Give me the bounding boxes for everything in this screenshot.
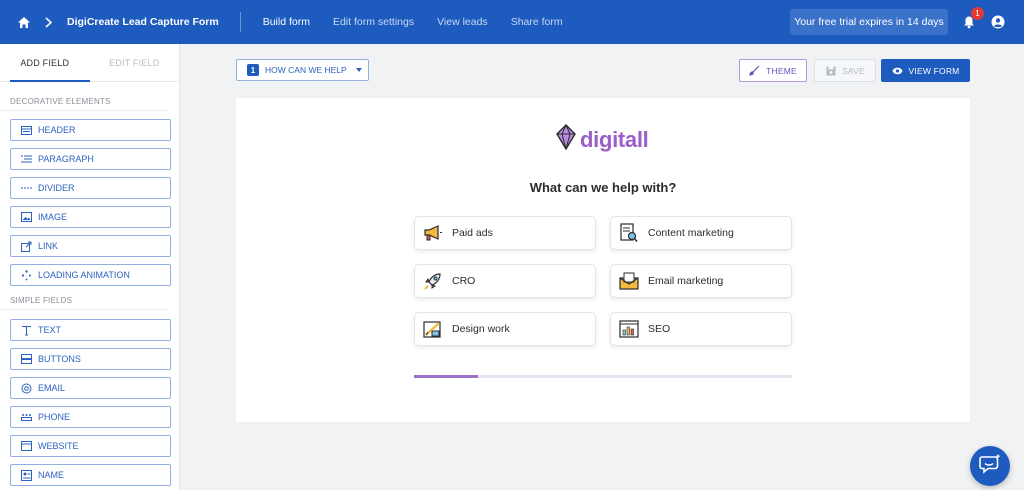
option-content-marketing[interactable]: Content marketing	[610, 216, 792, 250]
field-divider[interactable]: DIVIDER	[10, 177, 171, 199]
field-label: IMAGE	[38, 212, 68, 222]
nav-share-form[interactable]: Share form	[511, 16, 563, 28]
tab-add-field[interactable]: ADD FIELD	[0, 44, 90, 81]
field-label: EMAIL	[38, 383, 66, 393]
option-label: SEO	[648, 323, 671, 335]
nav-edit-form-settings[interactable]: Edit form settings	[333, 16, 414, 28]
envelope-icon	[619, 271, 639, 291]
question-title: What can we help with?	[529, 180, 677, 195]
text-icon	[20, 324, 32, 336]
chevron-right-icon	[45, 15, 55, 29]
logo-text: digitall	[580, 126, 649, 152]
view-form-button[interactable]: VIEW FORM	[881, 59, 970, 82]
field-label: BUTTONS	[38, 354, 81, 364]
option-label: Paid ads	[452, 227, 493, 239]
option-email-marketing[interactable]: Email marketing	[610, 264, 792, 298]
option-label: Design work	[452, 323, 510, 335]
field-label: NAME	[38, 470, 65, 480]
theme-button[interactable]: THEME	[739, 59, 807, 82]
top-nav: Build form Edit form settings View leads…	[263, 16, 563, 28]
chat-icon	[979, 454, 1001, 479]
section-decorative-elements: DECORATIVE ELEMENTS	[0, 92, 170, 111]
form-preview: digitall What can we help with? Paid ads…	[236, 98, 970, 422]
field-loading-animation[interactable]: LOADING ANIMATION	[10, 264, 171, 286]
phone-icon	[20, 411, 32, 423]
website-icon	[20, 440, 32, 452]
divider-icon	[20, 182, 32, 194]
megaphone-icon	[423, 223, 443, 243]
option-label: Email marketing	[648, 275, 724, 287]
design-icon	[423, 319, 443, 339]
theme-label: THEME	[766, 65, 797, 76]
step-label: HOW CAN WE HELP	[265, 65, 347, 75]
field-label: LOADING ANIMATION	[38, 270, 130, 280]
divider	[239, 12, 241, 32]
nav-view-leads[interactable]: View leads	[437, 16, 488, 28]
option-cro[interactable]: CRO	[414, 264, 596, 298]
field-name[interactable]: NAME	[10, 464, 171, 486]
trial-button[interactable]: Your free trial expires in 14 days	[790, 9, 948, 35]
at-sign-icon	[20, 382, 32, 394]
field-label: TEXT	[38, 325, 62, 335]
option-label: Content marketing	[648, 227, 734, 239]
field-label: DIVIDER	[38, 183, 75, 193]
field-label: LINK	[38, 241, 59, 251]
chat-support-button[interactable]	[970, 446, 1010, 486]
chevron-down-icon	[355, 68, 362, 72]
tab-edit-field[interactable]: EDIT FIELD	[90, 44, 180, 81]
step-selector[interactable]: 1 HOW CAN WE HELP	[236, 59, 369, 81]
sidebar-tabs: ADD FIELD EDIT FIELD	[0, 44, 179, 82]
option-seo[interactable]: SEO	[610, 312, 792, 346]
step-number: 1	[247, 64, 259, 76]
save-label: SAVE	[842, 65, 865, 76]
option-paid-ads[interactable]: Paid ads	[414, 216, 596, 250]
field-header[interactable]: HEADER	[10, 119, 171, 141]
field-paragraph[interactable]: PARAGRAPH	[10, 148, 171, 170]
field-buttons[interactable]: BUTTONS	[10, 348, 171, 370]
option-label: CRO	[452, 275, 476, 287]
field-text[interactable]: TEXT	[10, 319, 171, 341]
loading-icon	[20, 269, 32, 281]
field-website[interactable]: WEBSITE	[10, 435, 171, 457]
field-email[interactable]: EMAIL	[10, 377, 171, 399]
nav-build-form[interactable]: Build form	[263, 16, 310, 28]
form-title: DigiCreate Lead Capture Form	[67, 16, 219, 28]
form-progress-bar	[414, 375, 792, 378]
link-icon	[20, 240, 32, 252]
field-link[interactable]: LINK	[10, 235, 171, 257]
field-phone[interactable]: PHONE	[10, 406, 171, 428]
view-form-label: VIEW FORM	[908, 65, 960, 76]
section-simple-fields: SIMPLE FIELDS	[0, 291, 170, 310]
brand-logo: digitall	[556, 123, 649, 155]
field-label: PHONE	[38, 412, 71, 422]
active-tab-indicator	[10, 80, 90, 82]
image-icon	[20, 211, 32, 223]
paragraph-icon	[20, 153, 32, 165]
field-image[interactable]: IMAGE	[10, 206, 171, 228]
name-icon	[20, 469, 32, 481]
seo-chart-icon	[619, 319, 639, 339]
buttons-icon	[20, 353, 32, 365]
builder-canvas: 1 HOW CAN WE HELP THEME SAVE VIEW FORM d…	[180, 44, 1024, 490]
save-button[interactable]: SAVE	[814, 59, 876, 82]
field-label: WEBSITE	[38, 441, 79, 451]
user-icon[interactable]	[991, 15, 1005, 29]
option-design-work[interactable]: Design work	[414, 312, 596, 346]
field-label: PARAGRAPH	[38, 154, 94, 164]
document-search-icon	[619, 223, 639, 243]
field-label: HEADER	[38, 125, 76, 135]
field-sidebar: ADD FIELD EDIT FIELD DECORATIVE ELEMENTS…	[0, 44, 180, 490]
progress-fill	[414, 375, 479, 378]
eye-icon	[891, 65, 903, 76]
diamond-logo-icon	[556, 123, 576, 155]
brush-icon	[749, 65, 760, 76]
rocket-icon	[423, 271, 443, 291]
home-icon[interactable]	[15, 13, 33, 31]
header-icon	[20, 124, 32, 136]
save-icon	[825, 65, 836, 76]
notification-badge: 1	[971, 7, 984, 20]
